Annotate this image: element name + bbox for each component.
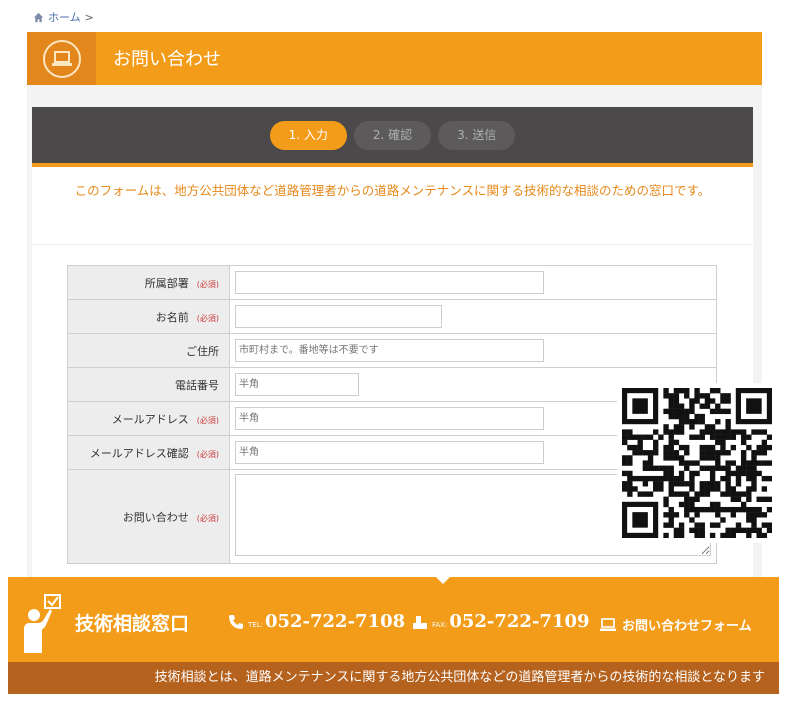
name-input[interactable]	[235, 305, 442, 328]
step-indicator: 1. 入力 2. 確認 3. 送信	[32, 107, 753, 167]
footer-description: 技術相談とは、道路メンテナンスに関する地方公共団体などの道路管理者からの技術的な…	[8, 662, 779, 694]
page-header: お問い合わせ	[27, 32, 762, 91]
breadcrumb-separator: >	[84, 10, 94, 24]
required-badge: (必須)	[196, 513, 219, 523]
tel-contact[interactable]: TEL: 052-722-7108	[228, 611, 405, 632]
name-label: お名前	[155, 310, 189, 324]
fax-label: FAX:	[432, 621, 448, 629]
address-input[interactable]	[235, 339, 544, 362]
required-badge: (必須)	[196, 415, 219, 425]
tel-label: TEL:	[248, 621, 263, 629]
support-person-icon	[24, 594, 61, 653]
step-confirm: 2. 確認	[353, 120, 432, 150]
footer-title: 技術相談窓口	[75, 613, 190, 635]
email-label: メールアドレス	[111, 412, 189, 426]
phone-icon	[229, 614, 243, 629]
step-input: 1. 入力	[269, 120, 347, 150]
footer-contact-bar: 技術相談窓口 TEL: 052-722-7108 FAX: 052-722-71…	[8, 577, 779, 662]
email-input[interactable]	[235, 407, 544, 430]
required-badge: (必須)	[196, 279, 219, 289]
required-badge: (必須)	[196, 449, 219, 459]
form-row-name: お名前 (必須)	[67, 299, 717, 334]
form-row-department: 所属部署 (必須)	[67, 265, 717, 300]
fax-contact: FAX: 052-722-7109	[412, 611, 590, 632]
header-icon-box	[27, 32, 96, 91]
email-confirm-input[interactable]	[235, 441, 544, 464]
phone-input[interactable]	[235, 373, 359, 396]
fax-number: 052-722-7109	[449, 611, 590, 632]
department-input[interactable]	[235, 271, 544, 294]
contact-form-link[interactable]: お問い合わせフォーム	[600, 615, 752, 634]
department-label: 所属部署	[144, 276, 189, 290]
required-badge: (必須)	[196, 313, 219, 323]
qr-code	[617, 383, 777, 543]
home-icon	[33, 12, 44, 22]
intro-text: このフォームは、地方公共団体など道路管理者からの道路メンテナンスに関する技術的な…	[74, 183, 711, 198]
step-send: 3. 送信	[438, 120, 516, 150]
breadcrumb-home-link[interactable]: ホーム	[48, 9, 81, 25]
contact-form-label: お問い合わせフォーム	[622, 619, 752, 634]
inquiry-label: お問い合わせ	[122, 510, 189, 524]
phone-label: 電話番号	[175, 378, 219, 392]
laptop-icon	[42, 39, 81, 78]
tel-number: 052-722-7108	[264, 611, 406, 632]
qr-code-image	[622, 388, 773, 539]
divider	[32, 244, 753, 245]
fax-icon	[413, 615, 427, 629]
form-row-address: ご住所	[67, 333, 717, 368]
address-label: ご住所	[186, 344, 219, 358]
breadcrumb: ホーム >	[33, 9, 94, 25]
email-confirm-label: メールアドレス確認	[89, 446, 189, 460]
computer-icon	[600, 617, 616, 631]
page-title: お問い合わせ	[113, 49, 221, 70]
